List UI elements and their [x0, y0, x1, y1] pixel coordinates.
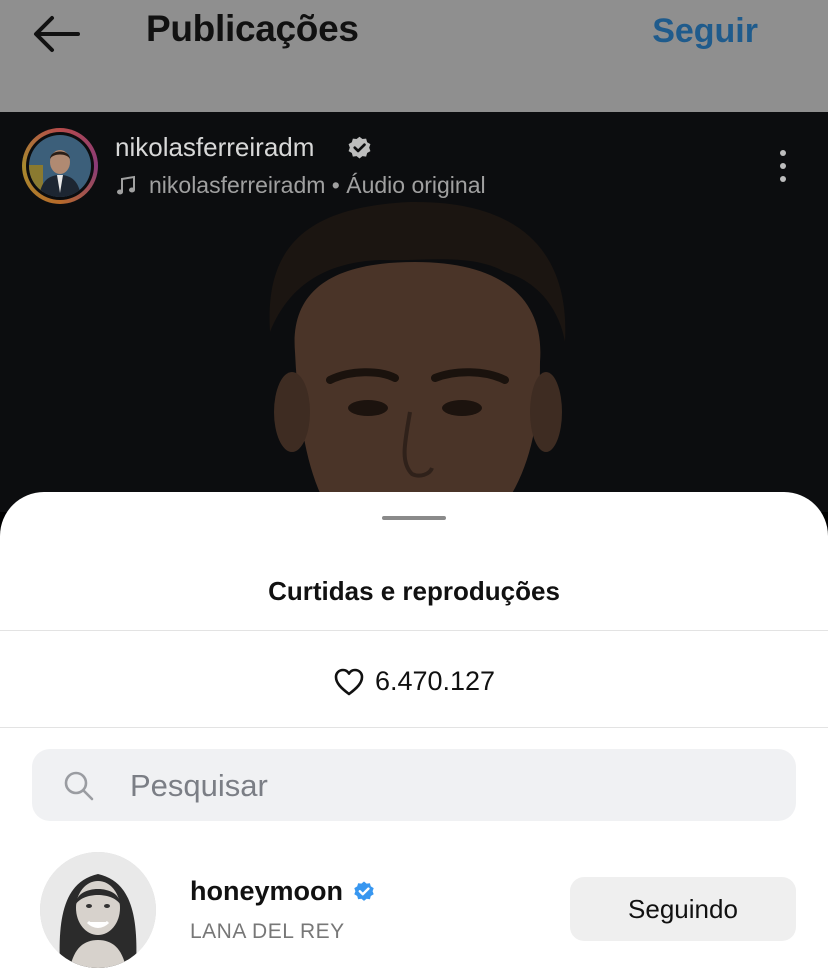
more-vertical-icon[interactable] [772, 148, 794, 184]
likes-bottom-sheet: Curtidas e reproduções 6.470.127 Pesquis… [0, 492, 828, 972]
follow-button[interactable]: Seguir [652, 12, 758, 51]
top-bar: Publicações Seguir [0, 0, 828, 112]
divider [0, 727, 828, 728]
sheet-title: Curtidas e reproduções [268, 576, 560, 606]
avatar[interactable] [40, 852, 156, 968]
list-item[interactable]: honeymoon LANA DEL REY Seguindo [0, 852, 828, 970]
avatar-photo [40, 852, 156, 968]
divider [0, 630, 828, 631]
audio-label: nikolasferreiradm • Áudio original [149, 172, 486, 198]
music-note-icon [117, 175, 135, 194]
following-button[interactable]: Seguindo [570, 877, 796, 941]
heart-outline-icon [334, 668, 364, 695]
post-author-avatar[interactable] [22, 128, 98, 204]
search-icon [64, 771, 94, 801]
user-full-name: LANA DEL REY [190, 920, 345, 943]
post-username[interactable]: nikolasferreiradm [115, 132, 314, 163]
audio-info[interactable]: nikolasferreiradm • Áudio original [115, 172, 486, 199]
search-box[interactable] [32, 749, 796, 823]
user-username[interactable]: honeymoon [190, 876, 343, 907]
avatar-photo [29, 135, 91, 197]
verified-badge-icon [354, 881, 374, 901]
verified-badge-icon [348, 136, 371, 159]
likes-count: 6.470.127 [374, 666, 496, 696]
search-input[interactable] [128, 749, 772, 823]
likes-summary: 6.470.127 [0, 666, 828, 697]
sheet-drag-handle[interactable] [382, 516, 446, 520]
page-title: Publicações [146, 8, 359, 49]
post-container: nikolasferreiradm nikolasferreiradm • Áu… [0, 112, 828, 512]
arrow-left-icon[interactable] [30, 12, 82, 56]
